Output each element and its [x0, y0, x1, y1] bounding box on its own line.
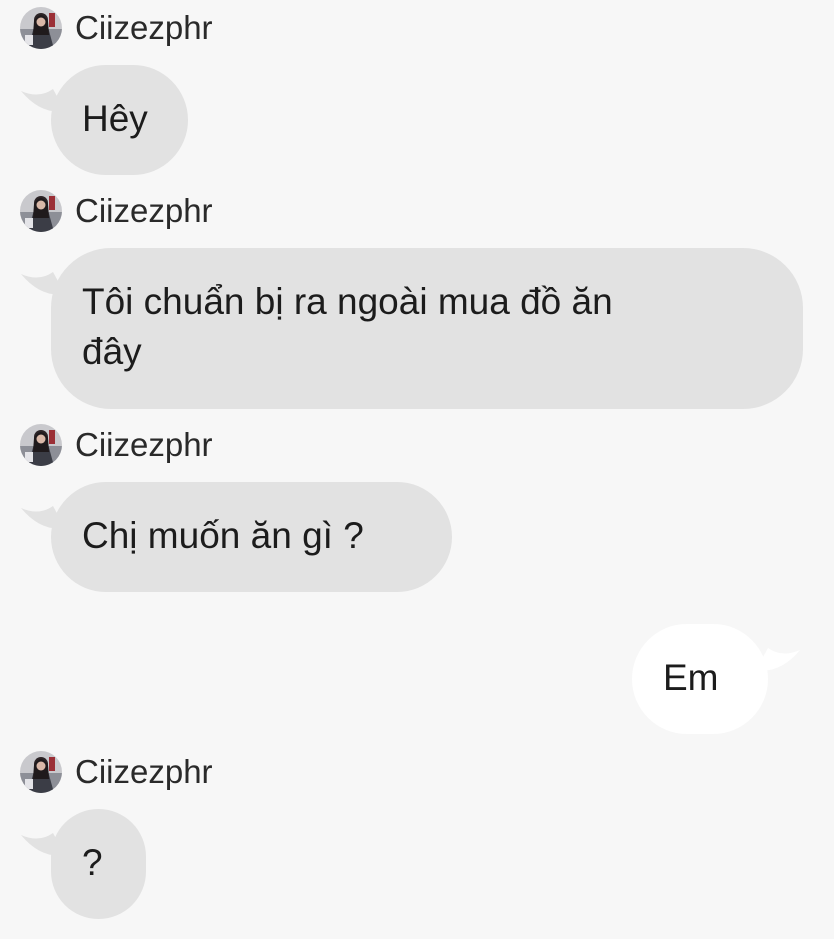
avatar-photo-icon [20, 190, 62, 232]
avatar[interactable] [20, 7, 62, 49]
sender-name: Ciizezphr [75, 426, 213, 463]
message-bubble-incoming[interactable]: ? [21, 809, 146, 919]
message-bubble-incoming[interactable]: Hêy [21, 65, 188, 175]
avatar[interactable] [20, 190, 62, 232]
message-text: Chị muốn ăn gì ? [82, 515, 364, 556]
sender-header: Ciizezphr [20, 751, 213, 793]
sender-name: Ciizezphr [75, 9, 213, 46]
message-bubble-outgoing[interactable]: Em [632, 624, 800, 734]
bubble-tail-icon [21, 506, 65, 529]
sender-header: Ciizezphr [20, 424, 213, 466]
avatar-photo-icon [20, 7, 62, 49]
avatar-photo-icon [20, 751, 62, 793]
avatar-photo-icon [20, 424, 62, 466]
sender-header: Ciizezphr [20, 7, 213, 49]
bubble-tail-icon [756, 648, 800, 671]
message-text-line: đây [82, 331, 142, 372]
bubble-tail-icon [21, 833, 65, 856]
bubble-tail-icon [21, 272, 65, 295]
sender-name: Ciizezphr [75, 192, 213, 229]
avatar[interactable] [20, 751, 62, 793]
chat-thread: Ciizezphr Hêy Ciizezphr Tôi chuẩn bị ra … [0, 0, 834, 939]
message-text-line: Tôi chuẩn bị ra ngoài mua đồ ăn [82, 281, 613, 322]
message-text: ? [82, 842, 103, 883]
message-text: Hêy [82, 98, 148, 139]
message-bubble-incoming[interactable]: Tôi chuẩn bị ra ngoài mua đồ ăn đây [21, 248, 803, 409]
message-bubble-incoming[interactable]: Chị muốn ăn gì ? [21, 482, 452, 592]
bubble-tail-icon [21, 89, 65, 112]
sender-header: Ciizezphr [20, 190, 213, 232]
sender-name: Ciizezphr [75, 753, 213, 790]
message-text: Em [663, 657, 719, 698]
avatar[interactable] [20, 424, 62, 466]
